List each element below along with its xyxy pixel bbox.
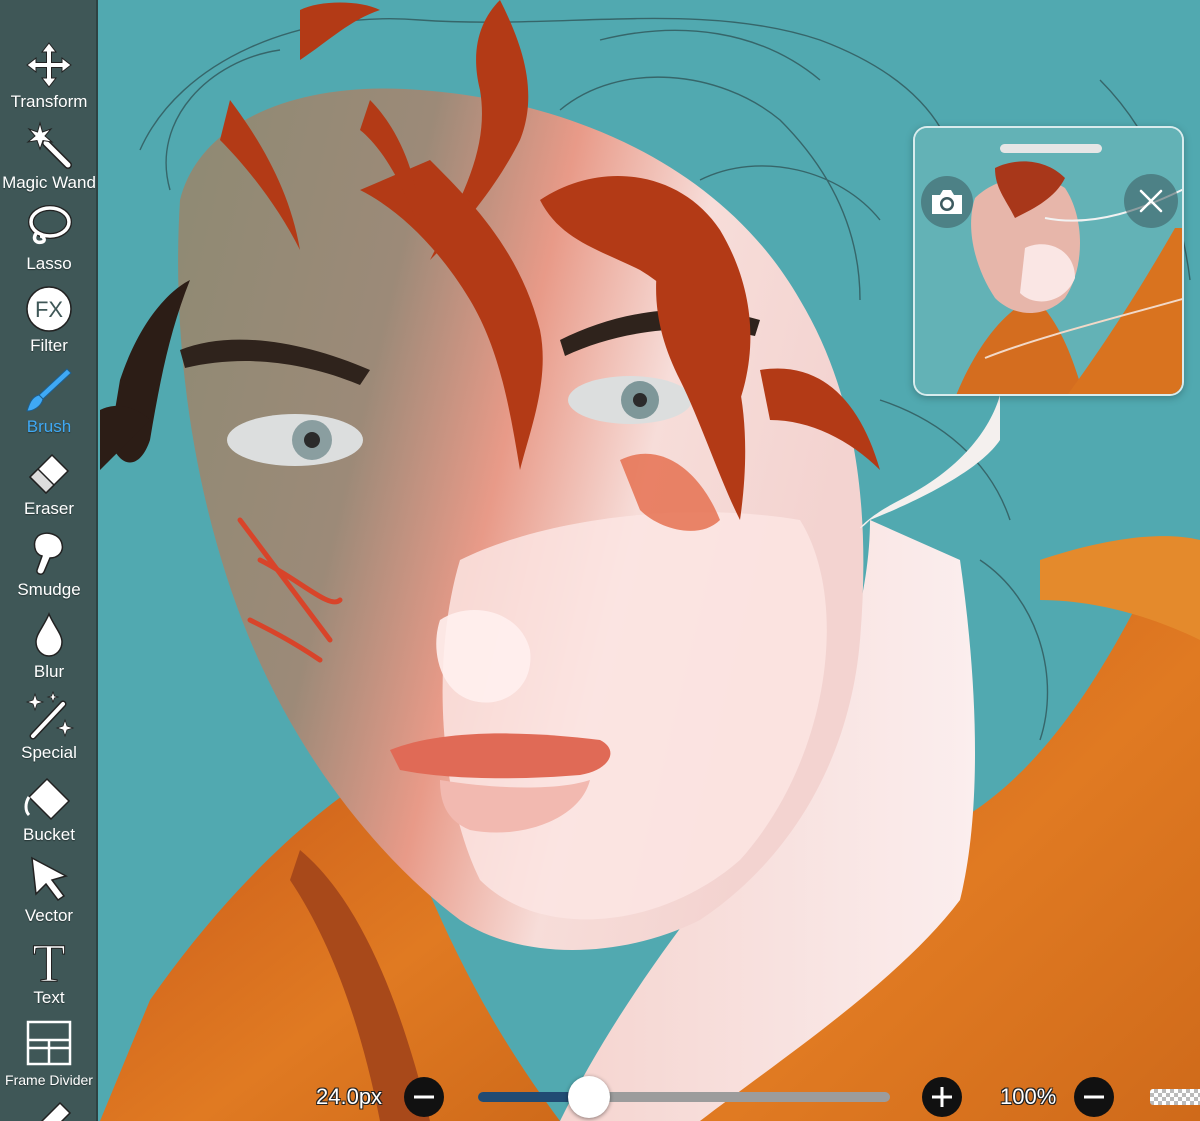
tool-bucket[interactable]: Bucket xyxy=(0,771,96,851)
tool-special[interactable]: Special xyxy=(0,689,96,769)
magic-wand-icon xyxy=(21,119,77,173)
tool-sidebar: Transform Magic Wand Lasso FX Filter Bru… xyxy=(0,0,98,1121)
tool-blur[interactable]: Blur xyxy=(0,608,96,688)
tool-label: Blur xyxy=(33,662,65,681)
camera-icon[interactable] xyxy=(921,176,973,228)
cursor-arrow-icon xyxy=(21,852,77,906)
fx-icon: FX xyxy=(21,282,77,336)
tool-filter[interactable]: FX Filter xyxy=(0,282,96,362)
droplet-icon xyxy=(21,608,77,662)
brush-size-increase-button[interactable] xyxy=(922,1077,962,1117)
eraser-icon xyxy=(21,445,77,499)
brush-size-value: 24.0px xyxy=(316,1084,383,1109)
tool-lasso[interactable]: Lasso xyxy=(0,200,96,280)
pupil-left xyxy=(304,432,320,448)
eyedropper-icon xyxy=(21,1097,77,1121)
navigator-panel[interactable] xyxy=(913,126,1184,396)
tool-label: Magic Wand xyxy=(2,173,96,192)
tool-transform[interactable]: Transform xyxy=(0,38,96,118)
tool-eyedropper[interactable] xyxy=(0,1097,96,1121)
minus-icon xyxy=(414,1095,434,1099)
tool-vector[interactable]: Vector xyxy=(0,852,96,932)
tool-smudge[interactable]: Smudge xyxy=(0,526,96,606)
brush-icon xyxy=(21,363,77,417)
smudge-finger-icon xyxy=(21,526,77,580)
move-arrows-icon xyxy=(21,38,77,92)
tool-eraser[interactable]: Eraser xyxy=(0,445,96,525)
plus-icon xyxy=(932,1087,952,1107)
tool-label: Text xyxy=(33,988,65,1007)
navigator-thumbnail xyxy=(915,128,1182,394)
opacity-decrease-button[interactable] xyxy=(1074,1077,1114,1117)
tool-label: Vector xyxy=(24,906,74,925)
minus-icon xyxy=(1084,1095,1104,1099)
tool-label: Filter xyxy=(30,336,68,355)
lasso-icon xyxy=(21,200,77,254)
svg-text:T: T xyxy=(33,935,66,987)
sparkle-wand-icon xyxy=(21,689,77,743)
text-t-icon: T xyxy=(21,934,77,988)
tool-label: Brush xyxy=(26,417,72,436)
slider-thumb[interactable] xyxy=(568,1076,611,1118)
tool-label: Transform xyxy=(10,92,88,111)
tool-label: Bucket xyxy=(23,825,75,844)
svg-text:FX: FX xyxy=(35,297,63,322)
brush-size-decrease-button[interactable] xyxy=(404,1077,444,1117)
brush-size-slider[interactable] xyxy=(478,1076,890,1118)
opacity-value: 100% xyxy=(1000,1084,1057,1109)
navigator-drag-handle[interactable] xyxy=(1000,144,1102,153)
pupil-right xyxy=(633,393,647,407)
transparency-swatch[interactable] xyxy=(1150,1089,1200,1105)
tool-label: Lasso xyxy=(26,254,72,273)
tool-brush[interactable]: Brush xyxy=(0,363,96,443)
tool-magic-wand[interactable]: Magic Wand xyxy=(0,119,96,199)
tool-text[interactable]: T Text xyxy=(0,934,96,1014)
tool-label: Eraser xyxy=(23,499,75,518)
tool-label: Special xyxy=(21,743,77,762)
bucket-icon xyxy=(21,771,77,825)
close-icon[interactable] xyxy=(1124,174,1178,228)
frame-divider-icon xyxy=(21,1016,77,1070)
tool-label: Smudge xyxy=(17,580,81,599)
tool-frame-divider[interactable]: Frame Divider xyxy=(0,1016,96,1096)
tool-label: Frame Divider xyxy=(5,1072,93,1088)
